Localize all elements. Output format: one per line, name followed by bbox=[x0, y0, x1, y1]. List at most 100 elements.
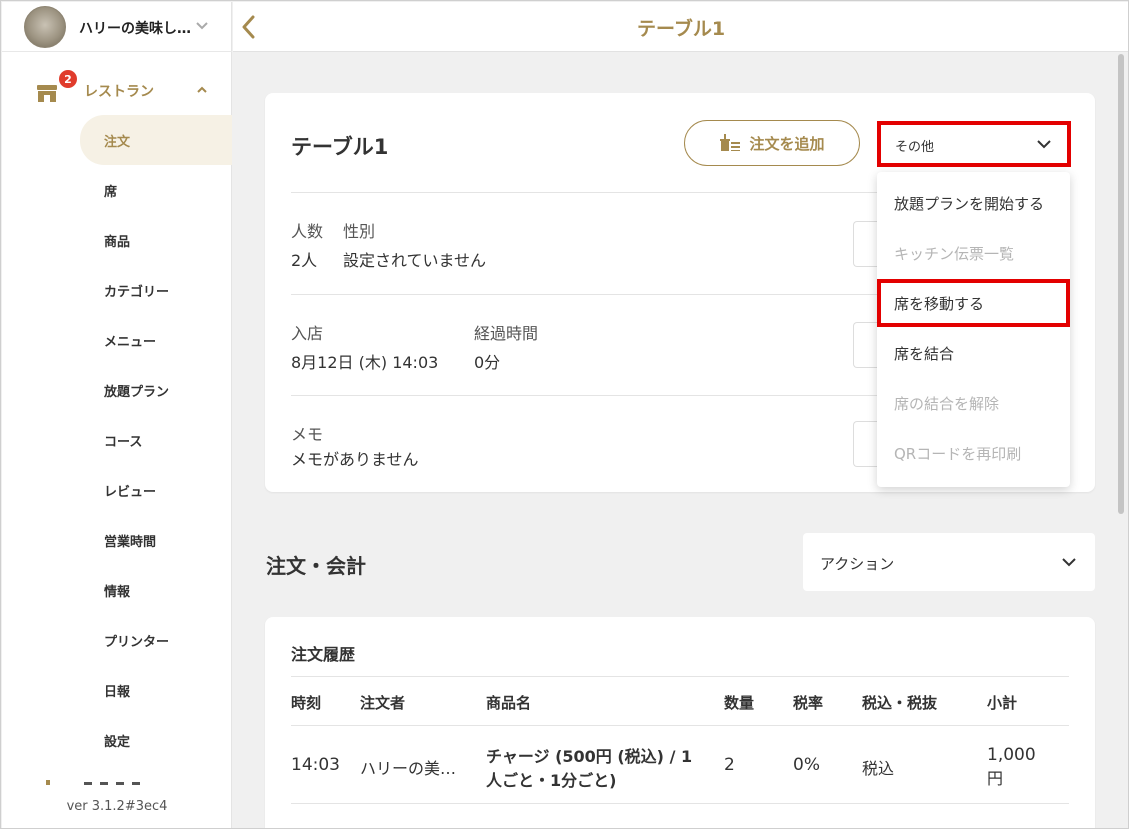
tax-rate: 0% bbox=[793, 755, 820, 775]
menu-item-start-plan[interactable]: 放題プランを開始する bbox=[877, 178, 1070, 228]
sidebar-item-label: 設定 bbox=[104, 734, 131, 750]
scrollbar[interactable] bbox=[1118, 54, 1124, 514]
gender-label: 性別 bbox=[343, 222, 376, 241]
other-menu-select[interactable]: その他 bbox=[877, 121, 1071, 167]
column-header: 小計 bbox=[987, 694, 1018, 712]
table-title: テーブル1 bbox=[291, 135, 389, 159]
sidebar-item-label: メニュー bbox=[104, 334, 157, 350]
elapsed-value: 0分 bbox=[474, 353, 501, 372]
sidebar-item-label: コース bbox=[104, 434, 143, 450]
other-dropdown-menu: 放題プランを開始する キッチン伝票一覧 席を移動する 席を結合 席の結合を解除 … bbox=[877, 172, 1070, 487]
menu-item-label: 席を移動する bbox=[894, 294, 985, 313]
memo-label: メモ bbox=[291, 425, 324, 444]
divider bbox=[291, 676, 1069, 677]
chevron-down-icon bbox=[1037, 140, 1051, 149]
divider bbox=[291, 395, 891, 396]
order-time: 14:03 bbox=[291, 755, 340, 775]
top-bar: テーブル1 bbox=[233, 2, 1128, 52]
column-header: 税率 bbox=[793, 694, 824, 712]
sidebar-item-label: 商品 bbox=[104, 234, 131, 250]
add-order-icon bbox=[720, 134, 741, 151]
other-menu-label: その他 bbox=[895, 140, 935, 155]
app-version: ver 3.1.2#3ec4 bbox=[66, 799, 168, 814]
page-title: テーブル1 bbox=[636, 18, 726, 40]
sidebar-item-restaurant[interactable]: 2 レストラン bbox=[2, 64, 232, 114]
sidebar-item-review[interactable]: レビュー bbox=[80, 465, 232, 515]
chevron-up-icon bbox=[197, 86, 207, 93]
sidebar-item-settings[interactable]: 設定 bbox=[80, 715, 232, 765]
product-name-line2: 人ごと・1分ごと) bbox=[486, 771, 617, 790]
sidebar-item-label: レビュー bbox=[104, 484, 157, 500]
store-switcher[interactable]: ハリーの美味し… bbox=[2, 2, 232, 52]
sidebar-item-menu[interactable]: メニュー bbox=[80, 315, 232, 365]
column-header: 商品名 bbox=[486, 694, 532, 712]
menu-item-kitchen-slips: キッチン伝票一覧 bbox=[877, 228, 1070, 278]
subtotal-line1: 1,000 bbox=[987, 745, 1036, 765]
chevron-down-icon bbox=[196, 22, 208, 30]
menu-item-label: 放題プランを開始する bbox=[894, 194, 1045, 213]
sidebar-item-label: レストラン bbox=[84, 84, 154, 100]
sidebar-item-seat[interactable]: 席 bbox=[80, 165, 232, 215]
sidebar-item-daily-report[interactable]: 日報 bbox=[80, 665, 232, 715]
section-title: 注文・会計 bbox=[266, 554, 366, 578]
sidebar-item-partial bbox=[46, 780, 140, 785]
column-header: 税込・税抜 bbox=[862, 694, 938, 712]
sidebar-item-label: 注文 bbox=[104, 134, 131, 150]
memo-value: メモがありません bbox=[291, 450, 419, 469]
divider bbox=[291, 192, 891, 193]
sidebar-item-printer[interactable]: プリンター bbox=[80, 615, 232, 665]
menu-item-merge-seats[interactable]: 席を結合 bbox=[877, 328, 1070, 378]
quantity: 2 bbox=[724, 755, 735, 775]
menu-item-move-seat[interactable]: 席を移動する bbox=[877, 279, 1070, 327]
action-label: アクション bbox=[820, 555, 895, 573]
sidebar-item-order[interactable]: 注文 bbox=[80, 115, 232, 165]
app-window: ハリーの美味し… 2 レストラン 注文 席 商品 カテゴリー メニュー 放題プラ… bbox=[0, 0, 1129, 829]
sidebar-item-label: カテゴリー bbox=[104, 284, 170, 300]
sidebar-item-category[interactable]: カテゴリー bbox=[80, 265, 232, 315]
sidebar-item-label: 放題プラン bbox=[104, 384, 170, 400]
entry-label: 入店 bbox=[291, 324, 324, 343]
divider bbox=[291, 725, 1069, 726]
people-value: 2人 bbox=[291, 251, 318, 270]
column-header: 注文者 bbox=[360, 694, 406, 712]
order-history-title: 注文履歴 bbox=[291, 645, 356, 664]
divider bbox=[291, 294, 891, 295]
menu-item-unmerge-seats: 席の結合を解除 bbox=[877, 378, 1070, 428]
column-header: 時刻 bbox=[291, 694, 322, 712]
menu-item-reprint-qr: QRコードを再印刷 bbox=[877, 428, 1070, 478]
store-avatar bbox=[24, 6, 66, 48]
people-label: 人数 bbox=[291, 222, 324, 241]
subtotal-line2: 円 bbox=[987, 769, 1004, 788]
sidebar-item-label: 席 bbox=[104, 184, 118, 200]
sidebar-item-hours[interactable]: 営業時間 bbox=[80, 515, 232, 565]
sidebar-item-product[interactable]: 商品 bbox=[80, 215, 232, 265]
order-history-card: 注文履歴 時刻 注文者 商品名 数量 税率 税込・税抜 小計 14:03 ハリー… bbox=[265, 617, 1095, 828]
action-select[interactable]: アクション bbox=[803, 533, 1095, 591]
sidebar-item-info[interactable]: 情報 bbox=[80, 565, 232, 615]
divider bbox=[291, 803, 1069, 804]
entry-value: 8月12日 (木) 14:03 bbox=[291, 353, 439, 372]
gender-value: 設定されていません bbox=[343, 251, 487, 270]
chevron-down-icon bbox=[1062, 558, 1076, 567]
product-name-line1: チャージ (500円 (税込) / 1 bbox=[486, 747, 693, 766]
tax-type: 税込 bbox=[862, 759, 895, 778]
orderer-name: ハリーの美… bbox=[360, 759, 457, 778]
sidebar-item-label: プリンター bbox=[104, 634, 170, 650]
sidebar-item-label: 情報 bbox=[104, 584, 131, 600]
elapsed-label: 経過時間 bbox=[474, 324, 539, 343]
menu-item-label: QRコードを再印刷 bbox=[894, 444, 1022, 463]
add-order-button[interactable]: 注文を追加 bbox=[684, 120, 860, 166]
column-header: 数量 bbox=[724, 694, 755, 712]
store-name: ハリーの美味し… bbox=[79, 21, 191, 37]
shop-icon bbox=[37, 85, 57, 102]
menu-item-label: 席の結合を解除 bbox=[894, 394, 1000, 413]
menu-item-label: 席を結合 bbox=[894, 344, 955, 363]
sidebar: ハリーの美味し… 2 レストラン 注文 席 商品 カテゴリー メニュー 放題プラ… bbox=[2, 2, 232, 828]
menu-item-label: キッチン伝票一覧 bbox=[894, 244, 1015, 263]
sidebar-item-label: 日報 bbox=[104, 684, 131, 700]
sidebar-item-plan[interactable]: 放題プラン bbox=[80, 365, 232, 415]
notification-badge: 2 bbox=[59, 70, 77, 88]
add-order-label: 注文を追加 bbox=[749, 134, 825, 153]
sidebar-item-course[interactable]: コース bbox=[80, 415, 232, 465]
sidebar-item-label: 営業時間 bbox=[104, 534, 157, 550]
